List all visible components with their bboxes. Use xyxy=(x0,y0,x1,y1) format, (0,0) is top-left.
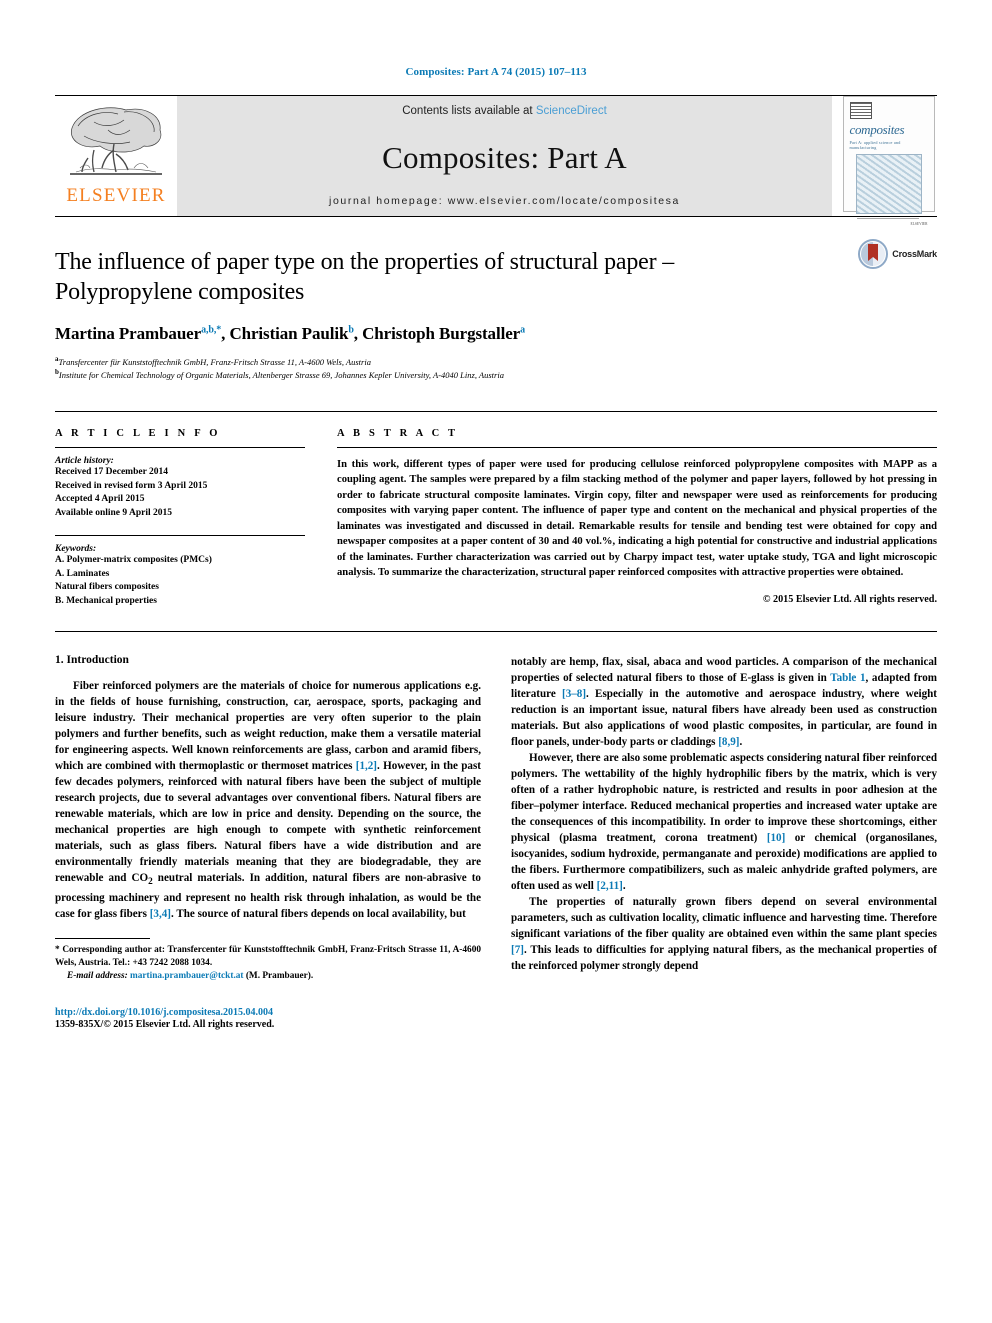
body-column-right: notably are hemp, flax, sisal, abaca and… xyxy=(511,654,937,1030)
abstract-heading: A B S T R A C T xyxy=(337,427,459,439)
article-info-heading: A R T I C L E I N F O xyxy=(55,427,221,439)
paragraph-text: . xyxy=(622,880,626,893)
abstract-divider xyxy=(337,446,937,448)
author-1: Martina Prambauera,b,* xyxy=(55,324,221,343)
corresponding-author-text: * Corresponding author at: Transfercente… xyxy=(55,944,481,968)
affiliation-a-text: Transfercenter für Kunststofftechnik Gmb… xyxy=(58,356,371,367)
info-divider-mid xyxy=(55,534,305,536)
paragraph-text: . The source of natural fibers depends o… xyxy=(170,907,466,920)
affiliation-b: bInstitute for Chemical Technology of Or… xyxy=(55,368,937,381)
history-item: Received 17 December 2014 xyxy=(55,466,168,477)
elsevier-logo: ELSEVIER xyxy=(55,96,177,216)
body-column-left: 1. Introduction Fiber reinforced polymer… xyxy=(55,654,481,1030)
history-item: Received in revised form 3 April 2015 xyxy=(55,480,208,491)
paragraph-text: Fiber reinforced polymers are the materi… xyxy=(55,679,481,772)
citation-ref[interactable]: [3–8] xyxy=(562,688,586,700)
cover-box: composites Part A: applied science and m… xyxy=(842,96,935,226)
footer-block: http://dx.doi.org/10.1016/j.compositesa.… xyxy=(55,1007,481,1030)
history-item: Accepted 4 April 2015 xyxy=(55,494,145,505)
elsevier-tree-icon xyxy=(70,107,162,175)
doi-link[interactable]: http://dx.doi.org/10.1016/j.compositesa.… xyxy=(55,1007,481,1018)
body-paragraph: Fiber reinforced polymers are the materi… xyxy=(55,678,481,922)
article-history-list: Received 17 December 2014 Received in re… xyxy=(55,466,305,521)
affiliation-list: aTransfercenter für Kunststofftechnik Gm… xyxy=(55,355,937,381)
cover-journal-subtitle: Part A: applied science and manufacturin… xyxy=(849,140,901,150)
corresponding-author-note: * Corresponding author at: Transfercente… xyxy=(55,944,481,984)
author-2-name: Christian Paulik xyxy=(229,324,349,343)
author-1-name: Martina Prambauer xyxy=(55,324,202,343)
issn-copyright-line: 1359-835X/© 2015 Elsevier Ltd. All right… xyxy=(55,1019,275,1031)
abstract-column: A B S T R A C T In this work, different … xyxy=(337,428,937,609)
citation-ref[interactable]: [10] xyxy=(767,832,785,844)
author-2: Christian Paulikb xyxy=(229,324,353,343)
history-item: Available online 9 April 2015 xyxy=(55,508,173,519)
journal-cover-thumbnail: composites Part A: applied science and m… xyxy=(832,96,937,226)
keywords-label: Keywords: xyxy=(55,543,97,554)
keyword-item: A. Laminates xyxy=(55,568,110,579)
article-history-label: Article history: xyxy=(55,455,114,466)
email-link[interactable]: martina.prambauer@tckt.at xyxy=(130,971,243,981)
email-suffix: (M. Prambauer). xyxy=(243,971,314,982)
body-paragraph: notably are hemp, flax, sisal, abaca and… xyxy=(511,654,937,750)
info-divider-top xyxy=(55,446,305,448)
journal-homepage-link[interactable]: journal homepage: www.elsevier.com/locat… xyxy=(329,195,680,207)
author-list: Martina Prambauera,b,*, Christian Paulik… xyxy=(55,324,937,344)
author-1-marks: a,b,* xyxy=(201,324,222,336)
cover-artwork xyxy=(855,154,922,214)
page-title: The influence of paper type on the prope… xyxy=(55,249,675,305)
crossmark-label: CrossMark xyxy=(892,249,937,259)
keywords-block: Keywords: A. Polymer-matrix composites (… xyxy=(55,534,305,609)
journal-title: Composites: Part A xyxy=(382,139,627,175)
crossmark-badge[interactable]: CrossMark xyxy=(858,239,937,269)
elsevier-wordmark: ELSEVIER xyxy=(66,185,166,206)
author-3-name: Christoph Burgstaller xyxy=(362,324,521,343)
body-columns: 1. Introduction Fiber reinforced polymer… xyxy=(55,630,937,1030)
email-label: E-mail address: xyxy=(67,971,128,982)
title-area: CrossMark The influence of paper type on… xyxy=(55,216,937,381)
abstract-text: In this work, different types of paper w… xyxy=(337,458,937,578)
cover-journal-name: composites xyxy=(849,122,905,137)
citation-ref[interactable]: [2,11] xyxy=(597,880,623,892)
running-head: Composites: Part A 74 (2015) 107–113 xyxy=(405,66,587,78)
journal-band: Contents lists available at ScienceDirec… xyxy=(177,96,832,216)
paragraph-text: . xyxy=(739,735,743,748)
abstract-copyright: © 2015 Elsevier Ltd. All rights reserved… xyxy=(762,594,937,606)
paragraph-text: The properties of naturally grown fibers… xyxy=(511,896,937,941)
keyword-item: A. Polymer-matrix composites (PMCs) xyxy=(55,554,212,565)
author-3-marks: a xyxy=(520,324,525,336)
affiliation-a: aTransfercenter für Kunststofftechnik Gm… xyxy=(55,355,937,368)
keyword-item: B. Mechanical properties xyxy=(55,596,157,607)
article-info-column: A R T I C L E I N F O Article history: R… xyxy=(55,428,305,609)
contents-prefix: Contents lists available at xyxy=(402,105,536,117)
paragraph-text: However, there are also some problematic… xyxy=(511,752,937,845)
affiliation-b-text: Institute for Chemical Technology of Org… xyxy=(58,369,504,380)
paragraph-text: . This leads to difficulties for applyin… xyxy=(511,944,937,973)
crossmark-icon xyxy=(858,239,889,269)
footnote-divider xyxy=(55,937,150,939)
author-sep-2: , xyxy=(353,324,363,343)
contents-line: Contents lists available at ScienceDirec… xyxy=(402,105,607,117)
table-ref[interactable]: Table 1 xyxy=(830,672,865,684)
section-title-introduction: 1. Introduction xyxy=(55,653,129,666)
cover-publisher-icon xyxy=(849,102,872,119)
info-abstract-block: A R T I C L E I N F O Article history: R… xyxy=(55,410,937,609)
body-paragraph: However, there are also some problematic… xyxy=(511,750,937,894)
author-3: Christoph Burgstallera xyxy=(362,324,525,343)
paragraph-text: . However, in the past few decades polym… xyxy=(55,759,481,885)
citation-ref[interactable]: [1,2] xyxy=(356,760,377,772)
keywords-list: A. Polymer-matrix composites (PMCs) A. L… xyxy=(55,554,305,609)
journal-masthead: ELSEVIER Contents lists available at Sci… xyxy=(55,95,937,226)
citation-ref[interactable]: [8,9] xyxy=(718,736,739,748)
sciencedirect-link[interactable]: ScienceDirect xyxy=(536,105,607,117)
paper-page: Composites: Part A 74 (2015) 107–113 ELS… xyxy=(0,0,992,1323)
body-paragraph: The properties of naturally grown fibers… xyxy=(511,894,937,974)
citation-ref[interactable]: [3,4] xyxy=(150,908,171,920)
keyword-item: Natural fibers composites xyxy=(55,582,159,593)
email-note: E-mail address: martina.prambauer@tckt.a… xyxy=(55,970,481,983)
citation-ref[interactable]: [7] xyxy=(511,944,524,956)
